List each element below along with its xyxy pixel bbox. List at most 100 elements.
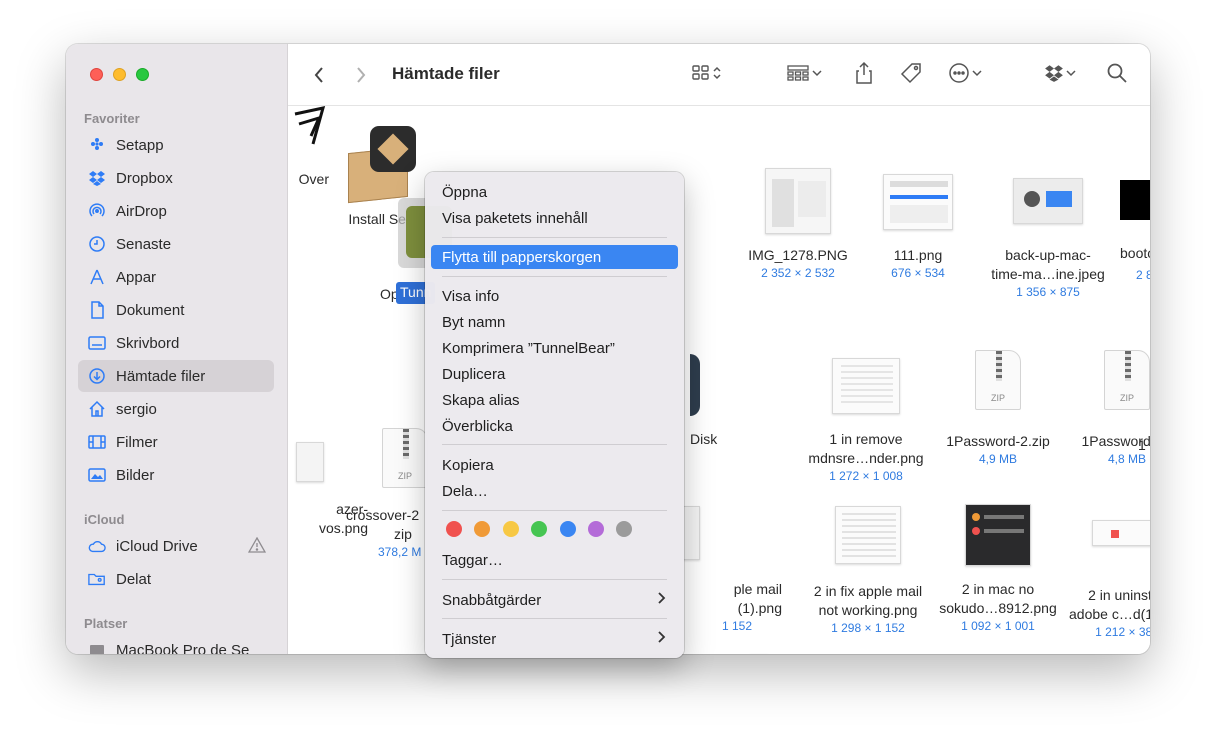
sidebar-item-filmer[interactable]: Filmer (78, 426, 274, 458)
close-button[interactable] (90, 68, 103, 81)
tag-color-purple[interactable] (588, 521, 604, 537)
context-menu: Öppna Visa paketets innehåll Flytta till… (425, 172, 684, 658)
file-name: 2 in uninstall (1088, 587, 1150, 603)
file-item[interactable]: 111.png 676 × 534 (853, 174, 983, 281)
sidebar-item-label: MacBook Pro de Se (116, 641, 250, 655)
menu-item-show-package-contents[interactable]: Visa paketets innehåll (431, 206, 678, 230)
file-item[interactable]: Disk (690, 354, 780, 449)
menu-item-make-alias[interactable]: Skapa alias (431, 388, 678, 412)
menu-separator (442, 510, 667, 511)
sidebar-item-hamtade-filer[interactable]: Hämtade filer (78, 360, 274, 392)
menu-item-tags[interactable]: Taggar… (431, 548, 678, 572)
dropbox-icon (1044, 64, 1064, 87)
sidebar-item-airdrop[interactable]: AirDrop (78, 195, 274, 227)
menu-item-services[interactable]: Tjänster (431, 627, 678, 651)
file-item[interactable]: 1 (1138, 432, 1150, 455)
sidebar-item-senaste[interactable]: Senaste (78, 228, 274, 260)
menu-item-duplicate[interactable]: Duplicera (431, 362, 678, 386)
menu-item-quick-actions[interactable]: Snabbåtgärder (431, 588, 678, 612)
file-name: ple mail (733, 581, 782, 597)
sidebar-item-label: Setapp (116, 136, 164, 154)
tag-color-gray[interactable] (616, 521, 632, 537)
sidebar-item-dropbox[interactable]: Dropbox (78, 162, 274, 194)
tags-button[interactable] (900, 62, 922, 88)
zip-icon: ZIP (1104, 350, 1150, 410)
file-item[interactable]: 2 in fix apple mail not working.png 1 29… (801, 506, 935, 636)
zoom-button[interactable] (136, 68, 149, 81)
menu-item-open[interactable]: Öppna (431, 180, 678, 204)
file-item[interactable]: 1 in remove mdnsre…nder.png 1 272 × 1 00… (801, 358, 931, 484)
file-item[interactable]: ple mail (1).png 1 152 (682, 506, 782, 634)
file-item[interactable]: ZIP 1Password-2.zip 4,9 MB (933, 350, 1063, 467)
sidebar-item-bilder[interactable]: Bilder (78, 459, 274, 491)
menu-item-get-info[interactable]: Visa info (431, 284, 678, 308)
tag-color-blue[interactable] (560, 521, 576, 537)
menu-item-move-to-trash[interactable]: Flytta till papperskorgen (431, 245, 678, 269)
tag-color-orange[interactable] (474, 521, 490, 537)
section-favoriter: Favoriter (84, 111, 140, 126)
group-grid-icon (786, 64, 810, 87)
image-thumbnail (1120, 180, 1150, 220)
sidebar-item-label: Delat (116, 570, 152, 588)
menu-separator (442, 444, 667, 445)
share-button[interactable] (854, 61, 874, 90)
tag-color-green[interactable] (531, 521, 547, 537)
zip-icon: ZIP (975, 350, 1021, 410)
menu-item-share[interactable]: Dela… (431, 479, 678, 503)
menu-separator (442, 618, 667, 619)
file-grid: Over Install Seta Op Tunn IMG_1278.PNG 2… (288, 106, 1150, 654)
minimize-button[interactable] (113, 68, 126, 81)
image-thumbnail (883, 174, 953, 230)
image-thumbnail (1013, 178, 1083, 224)
tag-color-yellow[interactable] (503, 521, 519, 537)
document-icon (88, 301, 106, 319)
image-thumbnail (965, 504, 1031, 566)
image-thumbnail (765, 168, 831, 234)
file-item[interactable]: 2 in uninstall adobe c…d(1).png 1 212 × … (1062, 520, 1150, 640)
sidebar-item-dokument[interactable]: Dokument (78, 294, 274, 326)
sidebar-item-delat[interactable]: Delat (78, 563, 274, 595)
cloud-icon (88, 537, 106, 555)
file-meta: 676 × 534 (891, 266, 945, 280)
sidebar-item-label: Senaste (116, 235, 172, 253)
menu-item-compress[interactable]: Komprimera ”TunnelBear” (431, 336, 678, 360)
file-item[interactable]: IMG_1278.PNG 2 352 × 2 532 (733, 168, 863, 281)
view-mode-button[interactable] (691, 62, 723, 88)
menu-item-quick-look[interactable]: Överblicka (431, 414, 678, 438)
chevron-right-icon (656, 590, 666, 610)
tag-icon (900, 62, 922, 89)
dropbox-toolbar-button[interactable] (1044, 62, 1078, 88)
file-name: back-up-mac- (1005, 247, 1091, 263)
search-button[interactable] (1106, 62, 1128, 88)
actions-button[interactable] (948, 62, 984, 88)
file-item[interactable]: ZIP 1Password.zip 4,8 MB (1062, 350, 1150, 467)
file-item[interactable]: back-up-mac- time-ma…ine.jpeg 1 356 × 87… (983, 178, 1113, 300)
back-button[interactable] (312, 62, 326, 88)
laptop-icon (88, 641, 106, 654)
group-button[interactable] (786, 62, 824, 88)
menu-item-rename[interactable]: Byt namn (431, 310, 678, 334)
film-icon (88, 433, 106, 451)
file-name-line2: time-ma…ine.jpeg (991, 266, 1105, 282)
file-meta: 1 356 × 875 (1016, 285, 1080, 299)
forward-button[interactable] (354, 62, 368, 88)
desktop-icon (88, 334, 106, 352)
file-name: 2 in fix apple mail (813, 583, 923, 599)
menu-item-copy[interactable]: Kopiera (431, 453, 678, 477)
chevron-down-icon (1064, 66, 1078, 85)
share-icon (854, 61, 874, 90)
sidebar-item-macbook[interactable]: MacBook Pro de Se (78, 634, 274, 654)
warning-icon[interactable] (247, 536, 267, 557)
sidebar-item-setapp[interactable]: Setapp (78, 129, 274, 161)
sidebar-item-label: AirDrop (116, 202, 167, 220)
sidebar-item-appar[interactable]: Appar (78, 261, 274, 293)
image-thumbnail (1092, 520, 1150, 546)
home-icon (88, 400, 106, 418)
tag-color-red[interactable] (446, 521, 462, 537)
sidebar-item-skrivbord[interactable]: Skrivbord (78, 327, 274, 359)
sidebar-item-sergio[interactable]: sergio (78, 393, 274, 425)
file-item[interactable]: bootopt 2 825 (1110, 180, 1150, 283)
sidebar-item-icloud-drive[interactable]: iCloud Drive (78, 530, 274, 562)
file-item[interactable]: 2 in mac no sokudo…8912.png 1 092 × 1 00… (933, 504, 1063, 634)
disk-icon (690, 354, 700, 416)
